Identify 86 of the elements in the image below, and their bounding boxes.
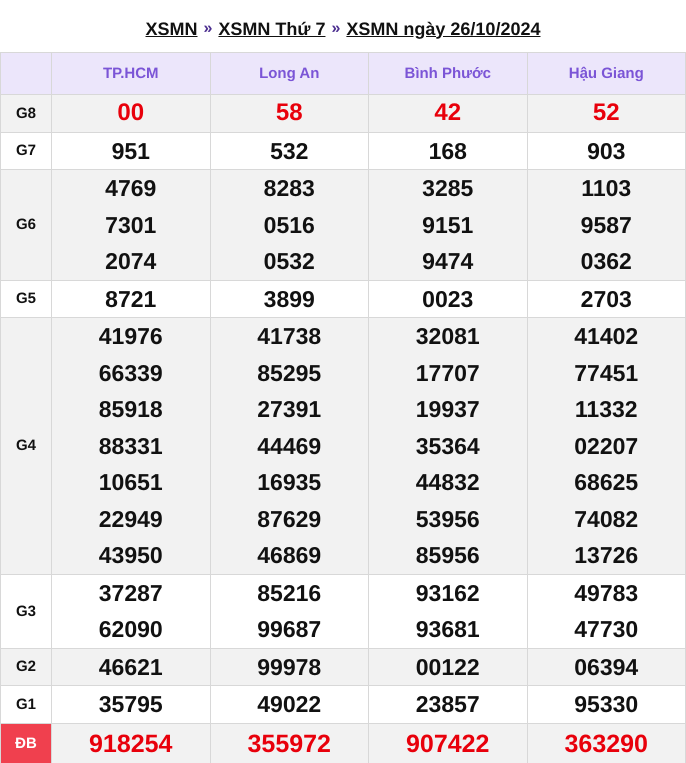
prize-number: 47730: [573, 615, 640, 644]
prize-number: 11332: [574, 395, 639, 424]
prize-number: 06394: [573, 652, 640, 682]
prize-label: G3: [0, 574, 52, 648]
prize-label: G4: [0, 318, 52, 574]
prize-number: 46621: [98, 652, 164, 682]
prize-number: 44469: [256, 432, 322, 460]
prize-number: 32081: [414, 322, 481, 351]
prize-number: 49783: [573, 578, 640, 608]
prize-number: 99687: [256, 615, 322, 644]
prize-number: 0532: [262, 247, 316, 276]
breadcrumb-link[interactable]: XSMN: [146, 18, 198, 40]
province-header: TP.HCM: [52, 52, 210, 94]
prize-number: 85956: [414, 541, 481, 570]
prize-label: G8: [0, 94, 52, 132]
prize-number: 903: [586, 136, 626, 166]
prize-label: G1: [0, 686, 52, 723]
prize-number: 13726: [573, 541, 640, 570]
prize-number: 46869: [256, 541, 322, 570]
prize-number: 99978: [256, 652, 322, 682]
prize-number: 41976: [98, 322, 164, 351]
prize-number: 43950: [98, 541, 164, 570]
breadcrumb-link[interactable]: XSMN Thứ 7: [218, 18, 326, 40]
prize-number: 58: [274, 98, 304, 128]
prize-number: 168: [428, 136, 468, 166]
prize-number: 52: [592, 98, 621, 128]
prize-number: 27391: [256, 395, 322, 424]
prize-number: 9151: [421, 210, 474, 240]
breadcrumb-separator: »: [331, 20, 340, 38]
prize-number: 35795: [98, 690, 164, 719]
prize-number: 0023: [421, 284, 474, 314]
prize-number: 19937: [414, 395, 481, 424]
prize-number: 00: [116, 98, 146, 128]
prize-number: 42: [433, 98, 462, 128]
prize-number: 3285: [421, 174, 474, 203]
prize-number: 10651: [98, 468, 164, 497]
prize-number: 41738: [256, 322, 322, 351]
prize-number: 88331: [98, 432, 164, 460]
prize-number: 4769: [104, 174, 158, 203]
prize-number: 8721: [104, 284, 158, 314]
prize-number: 35364: [414, 432, 481, 460]
prize-number: 77451: [573, 358, 640, 388]
prize-number: 87629: [256, 504, 322, 534]
prize-number: 49022: [256, 690, 322, 719]
prize-number: 85216: [256, 578, 322, 608]
prize-number: 1103: [580, 174, 632, 203]
prize-number: 66339: [98, 358, 164, 388]
prize-number: 907422: [405, 728, 490, 760]
prize-number: 2703: [580, 284, 633, 314]
prize-number: 93162: [414, 578, 481, 608]
prize-number: 74082: [573, 504, 640, 534]
prize-number: 7301: [104, 210, 158, 240]
prize-number: 02207: [573, 432, 640, 460]
prize-number: 16935: [256, 468, 322, 497]
prize-number: 41402: [573, 322, 640, 351]
prize-number: 62090: [98, 615, 164, 644]
prize-number: 93681: [414, 615, 481, 644]
prize-number: 44832: [414, 468, 481, 497]
prize-number: 85918: [98, 395, 164, 424]
prize-number: 918254: [88, 728, 174, 760]
prize-number: 8283: [262, 174, 316, 203]
prize-label: G6: [0, 170, 52, 280]
prize-number: 2074: [104, 247, 158, 276]
prize-number: 532: [269, 136, 310, 166]
prize-number: 0516: [262, 210, 316, 240]
prize-number: 68625: [573, 468, 640, 497]
province-header: Bình Phước: [368, 52, 527, 94]
prize-number: 22949: [98, 504, 164, 534]
prize-number: 53956: [414, 504, 481, 534]
prize-number: 9587: [580, 210, 633, 240]
prize-number: 0362: [580, 247, 633, 276]
prize-label: G2: [0, 648, 52, 686]
breadcrumb-separator: »: [204, 20, 212, 38]
prize-number: 3899: [262, 284, 316, 314]
prize-label: ĐB: [0, 723, 52, 763]
prize-number: 23857: [414, 690, 481, 719]
prize-number: 951: [110, 136, 151, 166]
prize-number: 17707: [414, 358, 481, 388]
prize-number: 95330: [573, 690, 640, 719]
prize-number: 355972: [246, 728, 332, 760]
prize-number: 9474: [421, 247, 474, 276]
breadcrumb-link[interactable]: XSMN ngày 26/10/2024: [346, 18, 540, 40]
prize-number: 363290: [564, 728, 649, 760]
prize-number: 00122: [414, 652, 481, 682]
prize-number: 85295: [256, 358, 322, 388]
prize-number: 37287: [98, 578, 164, 608]
